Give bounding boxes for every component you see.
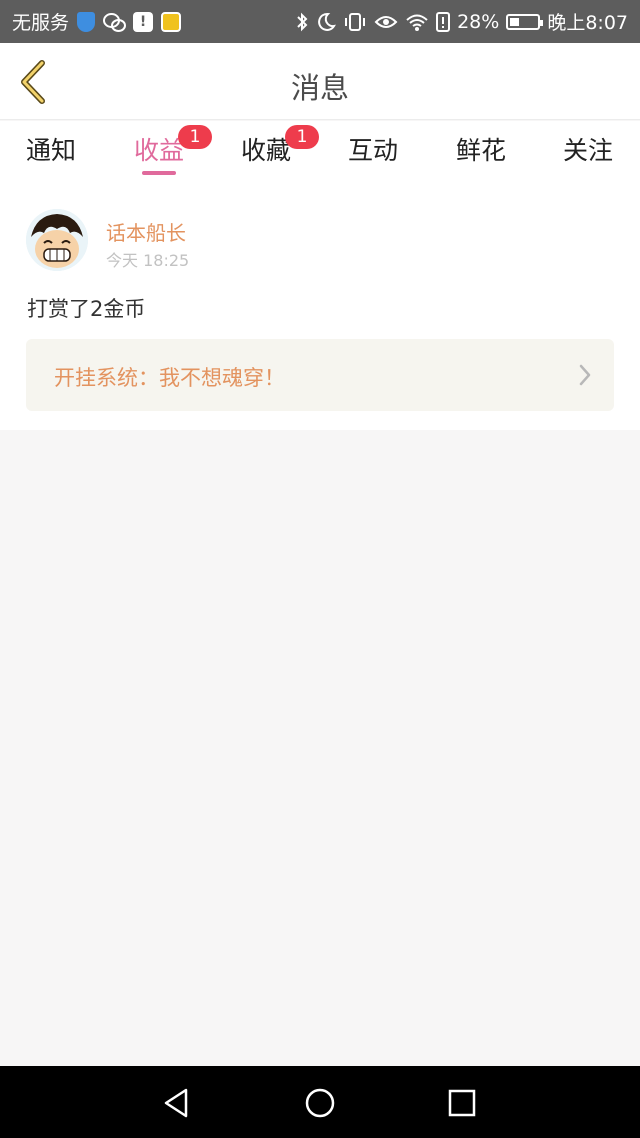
status-bar: 无服务 ! 28% 晚上8:07 xyxy=(0,0,640,43)
nav-back-icon[interactable] xyxy=(160,1086,194,1120)
message-item: 话本船长 今天 18:25 打赏了2金币 开挂系统：我不想魂穿！ xyxy=(0,183,640,430)
tab-label: 鲜花 xyxy=(455,136,506,165)
tab-label: 关注 xyxy=(562,136,613,165)
tab-label: 互动 xyxy=(347,136,398,165)
eye-icon xyxy=(374,15,398,28)
tab-favorites[interactable]: 收藏 1 xyxy=(221,125,319,167)
unread-badge: 1 xyxy=(178,125,212,149)
clock: 晚上8:07 xyxy=(547,12,628,34)
active-tab-indicator xyxy=(142,171,176,175)
tab-notifications[interactable]: 通知 xyxy=(6,131,96,167)
chevron-right-icon xyxy=(579,364,591,386)
tab-follows[interactable]: 关注 xyxy=(543,131,633,167)
tab-label: 通知 xyxy=(25,136,76,165)
moon-icon xyxy=(318,12,337,31)
page-title: 消息 xyxy=(290,71,349,105)
sender-name[interactable]: 话本船长 xyxy=(106,217,186,246)
tab-bar: 通知 收益 1 收藏 1 互动 鲜花 关注 xyxy=(0,121,640,183)
battery-percentage: 28% xyxy=(457,10,500,33)
avatar[interactable] xyxy=(26,209,88,271)
shield-icon xyxy=(77,11,96,32)
bluetooth-icon xyxy=(297,12,308,31)
book-link-card[interactable]: 开挂系统：我不想魂穿！ xyxy=(26,339,614,411)
app-header: 消息 xyxy=(0,43,640,120)
message-text: 打赏了2金币 xyxy=(27,297,146,321)
sim-alert-icon xyxy=(436,11,451,32)
tab-flowers[interactable]: 鲜花 xyxy=(436,131,526,167)
nav-recents-icon[interactable] xyxy=(445,1086,479,1120)
tab-label: 收藏 xyxy=(240,136,291,165)
tab-earnings[interactable]: 收益 1 xyxy=(114,125,212,167)
tab-interactions[interactable]: 互动 xyxy=(328,131,418,167)
message-time: 今天 18:25 xyxy=(106,251,190,270)
nav-home-icon[interactable] xyxy=(303,1086,337,1120)
wifi-icon xyxy=(406,14,428,31)
tab-label: 收益 xyxy=(133,136,184,165)
book-title: 开挂系统：我不想魂穿！ xyxy=(54,366,285,390)
app-icon xyxy=(161,11,182,32)
battery-icon xyxy=(506,13,544,30)
unread-badge: 1 xyxy=(285,125,319,149)
system-nav-bar xyxy=(0,1066,640,1138)
carrier-label: 无服务 xyxy=(12,12,70,34)
wechat-icon xyxy=(103,12,127,32)
notification-icon: ! xyxy=(133,11,154,32)
vibrate-icon xyxy=(345,12,366,31)
